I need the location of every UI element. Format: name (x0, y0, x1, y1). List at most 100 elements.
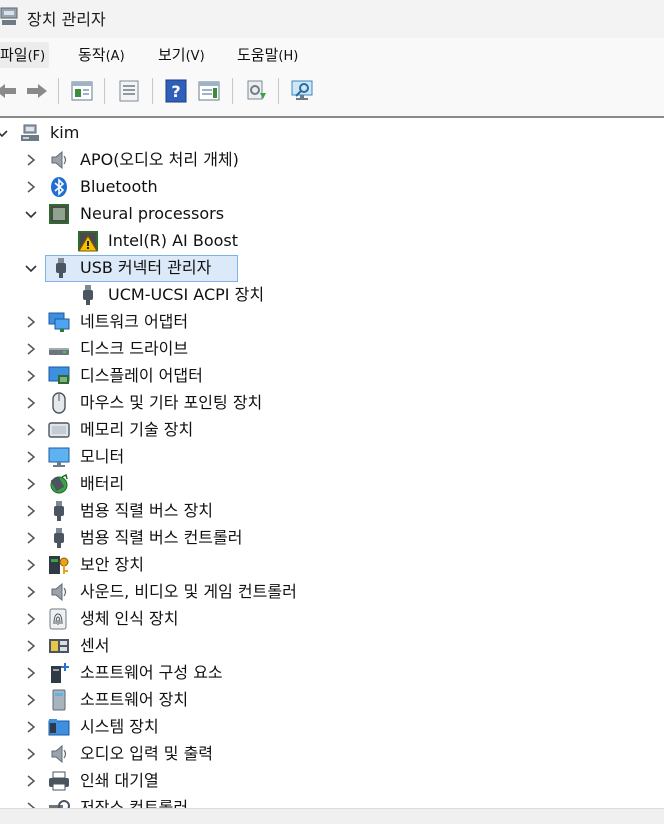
chevron-right-icon[interactable] (23, 717, 39, 737)
tree-item-label: 저장소 컨트롤러 (80, 798, 189, 808)
menu-action-accel: (A) (105, 49, 125, 64)
chevron-right-icon[interactable] (23, 690, 39, 710)
toolbar-separator (232, 78, 233, 104)
battery-icon (50, 473, 68, 494)
tree-item[interactable]: 디스플레이 어댑터 (0, 363, 664, 389)
chevron-right-icon[interactable] (23, 609, 39, 629)
chevron-right-icon[interactable] (23, 420, 39, 440)
menu-view-accel: (V) (185, 49, 205, 64)
tree-root[interactable]: kim (0, 120, 664, 146)
tree-item[interactable]: Neural processors (0, 201, 664, 227)
menu-help[interactable]: 도움말(H) (233, 42, 302, 68)
toolbar-separator (152, 78, 153, 104)
tree-item[interactable]: 메모리 기술 장치 (0, 417, 664, 443)
chip-icon (49, 204, 69, 224)
tree-item[interactable]: 오디오 입력 및 출력 (0, 741, 664, 767)
chevron-right-icon[interactable] (23, 312, 39, 332)
menu-file[interactable]: 파일(F) (0, 42, 50, 68)
chevron-right-icon[interactable] (23, 636, 39, 656)
chevron-down-icon[interactable] (23, 204, 39, 224)
tree-item-label: 범용 직렬 버스 장치 (80, 501, 214, 520)
tree-item-label: 생체 인식 장치 (80, 609, 179, 628)
disk-icon (49, 348, 69, 355)
tree-item[interactable]: 사운드, 비디오 및 게임 컨트롤러 (0, 579, 664, 605)
chevron-down-icon[interactable] (23, 258, 39, 278)
mouse-icon (52, 392, 66, 414)
tree-item[interactable]: 모니터 (0, 444, 664, 470)
tree-item-label: 범용 직렬 버스 컨트롤러 (80, 528, 243, 547)
chevron-right-icon[interactable] (23, 663, 39, 683)
chevron-right-icon[interactable] (23, 366, 39, 386)
title-bar: 장치 관리자 (0, 0, 664, 38)
security-key-icon (49, 556, 69, 574)
chevron-right-icon[interactable] (23, 177, 39, 197)
tree-item[interactable]: APO(오디오 처리 개체) (0, 147, 664, 173)
chevron-right-icon[interactable] (23, 528, 39, 548)
help-icon[interactable]: ? (164, 79, 188, 103)
tree-item[interactable]: 센서 (0, 633, 664, 659)
tree-child-item[interactable]: Intel(R) AI Boost (0, 228, 664, 254)
menu-file-accel: (F) (27, 49, 46, 64)
chevron-right-icon[interactable] (23, 501, 39, 521)
tree-item-label: 인쇄 대기열 (80, 771, 159, 790)
chip-warning-icon (78, 231, 98, 252)
tree-child-item[interactable]: UCM-UCSI ACPI 장치 (0, 282, 664, 308)
tree-item[interactable]: 디스크 드라이브 (0, 336, 664, 362)
toolbar-separator (278, 78, 279, 104)
tree-item[interactable]: 시스템 장치 (0, 714, 664, 740)
memory-icon (48, 422, 70, 438)
menu-file-label: 파일 (0, 46, 28, 64)
tree-item-label: 시스템 장치 (80, 717, 159, 736)
usb-plug-icon (83, 285, 93, 305)
tree-item[interactable]: 네트워크 어댑터 (0, 309, 664, 335)
tree-item-label: 메모리 기술 장치 (80, 420, 194, 439)
system-folder-icon (48, 719, 70, 736)
network-icon (48, 312, 70, 332)
menu-action[interactable]: 동작(A) (74, 42, 129, 68)
chevron-right-icon[interactable] (23, 150, 39, 170)
tree-item[interactable]: 보안 장치 (0, 552, 664, 578)
menu-view[interactable]: 보기(V) (154, 42, 209, 68)
chevron-right-icon[interactable] (23, 798, 39, 808)
tree-item[interactable]: 저장소 컨트롤러 (0, 795, 664, 808)
tree-item[interactable]: 범용 직렬 버스 장치 (0, 498, 664, 524)
tree-item[interactable]: 마우스 및 기타 포인팅 장치 (0, 390, 664, 416)
tree-item[interactable]: 소프트웨어 장치 (0, 687, 664, 713)
document-properties-icon[interactable] (117, 79, 141, 103)
chevron-right-icon[interactable] (23, 555, 39, 575)
chevron-right-icon[interactable] (23, 744, 39, 764)
chevron-right-icon[interactable] (23, 393, 39, 413)
sensor-icon (49, 639, 69, 653)
scan-hardware-icon[interactable] (290, 79, 314, 103)
chevron-right-icon[interactable] (23, 582, 39, 602)
tree-child-label: Intel(R) AI Boost (108, 231, 239, 250)
update-driver-icon[interactable] (244, 79, 268, 103)
bluetooth-icon (51, 177, 67, 197)
tree-item[interactable]: 인쇄 대기열 (0, 768, 664, 794)
tree-item-label: 네트워크 어댑터 (80, 312, 189, 331)
tree-root-label: kim (50, 123, 80, 142)
chevron-down-icon[interactable] (0, 123, 10, 143)
menu-view-label: 보기 (158, 46, 186, 64)
speaker-icon (51, 744, 67, 764)
chevron-right-icon[interactable] (23, 447, 39, 467)
chevron-right-icon[interactable] (23, 771, 39, 791)
speaker-icon (51, 582, 67, 602)
computer-icon (21, 124, 39, 141)
forward-arrow-icon[interactable] (25, 79, 49, 103)
tree-item[interactable]: 소프트웨어 구성 요소 (0, 660, 664, 686)
tree-item-selected[interactable]: USB 커넥터 관리자 (0, 255, 664, 282)
toolbar: ? (0, 70, 664, 118)
tree-item[interactable]: 생체 인식 장치 (0, 606, 664, 632)
tree-item[interactable]: 범용 직렬 버스 컨트롤러 (0, 525, 664, 551)
properties-console-icon[interactable] (70, 79, 94, 103)
chevron-right-icon[interactable] (23, 474, 39, 494)
window-title: 장치 관리자 (27, 10, 106, 29)
tree-item[interactable]: 배터리 (0, 471, 664, 497)
chevron-right-icon[interactable] (23, 339, 39, 359)
device-manager-icon (0, 7, 18, 25)
action-panel-icon[interactable] (197, 79, 221, 103)
software-component-icon (51, 663, 69, 683)
tree-item[interactable]: Bluetooth (0, 174, 664, 200)
back-arrow-icon[interactable] (0, 79, 18, 103)
